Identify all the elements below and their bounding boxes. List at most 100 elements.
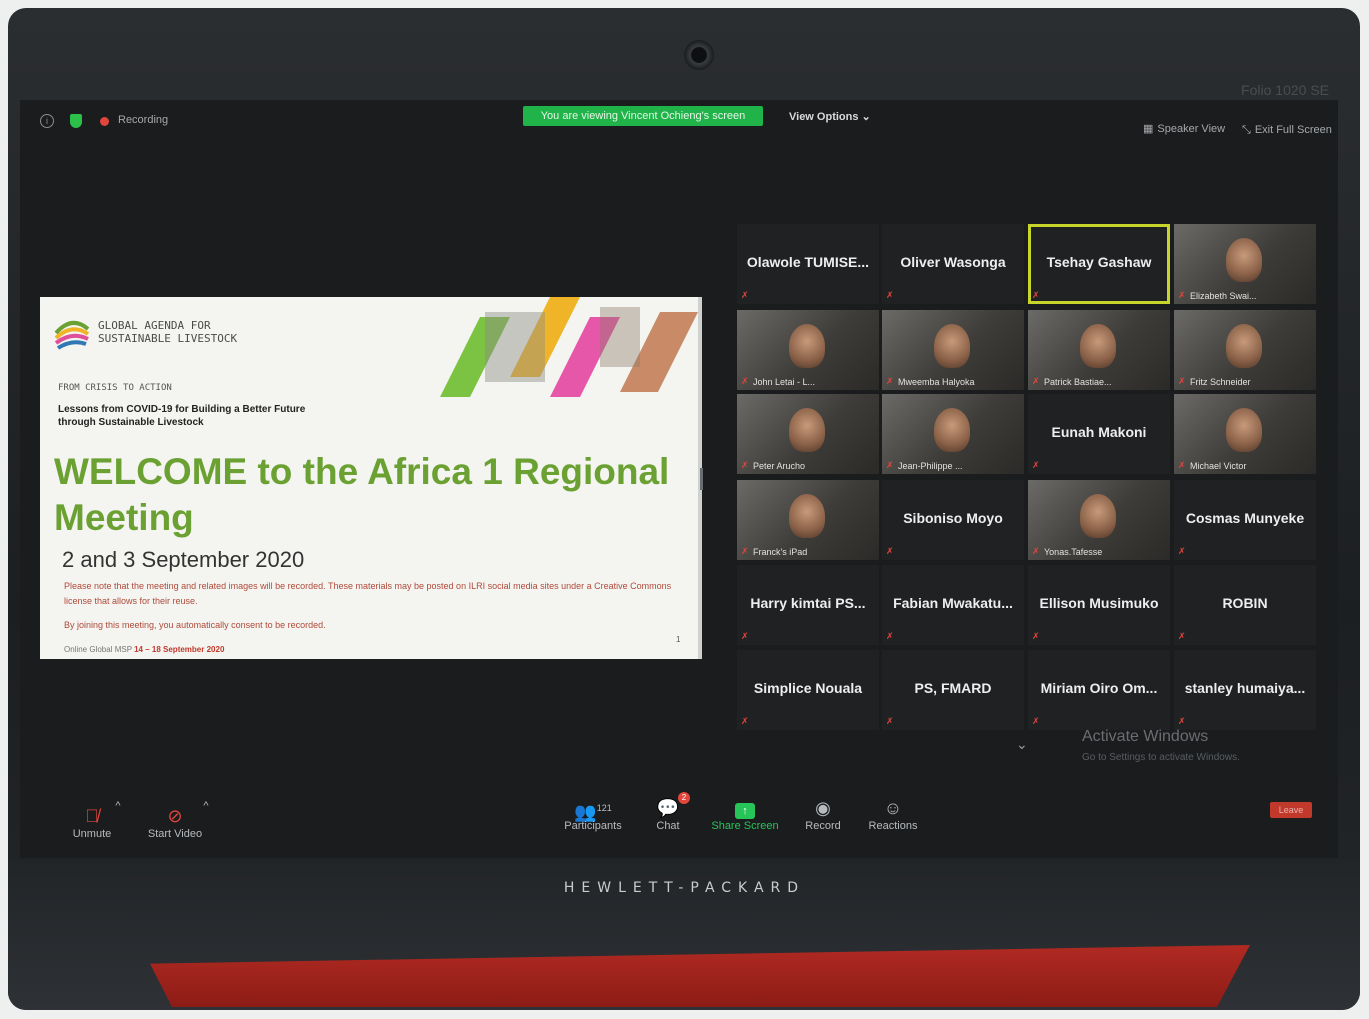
exit-full-screen-button[interactable]: ⤡ Exit Full Screen: [1242, 124, 1332, 137]
participant-tile[interactable]: Ellison Musimuko ✗: [1028, 565, 1170, 645]
encryption-shield-icon[interactable]: [70, 114, 82, 128]
participant-tile[interactable]: Siboniso Moyo ✗: [882, 480, 1024, 560]
participant-name: Peter Arucho: [753, 461, 806, 471]
muted-mic-icon: ✗: [1032, 631, 1040, 641]
participant-tile[interactable]: Oliver Wasonga ✗: [882, 224, 1024, 304]
participant-tile[interactable]: stanley humaiya... ✗: [1174, 650, 1316, 730]
meeting-topbar: i Recording You are viewing Vincent Ochi…: [20, 100, 1338, 140]
chat-badge: 2: [678, 792, 690, 804]
slide-page-number: 1: [676, 635, 681, 644]
slide-org-name: GLOBAL AGENDA FOR SUSTAINABLE LIVESTOCK: [98, 319, 238, 345]
participant-tile[interactable]: Fritz Schneider ✗: [1174, 310, 1316, 390]
participant-tile[interactable]: Miriam Oiro Om... ✗: [1028, 650, 1170, 730]
muted-mic-icon: ✗: [886, 376, 894, 386]
zoom-window: i Recording You are viewing Vincent Ochi…: [20, 100, 1338, 858]
participant-tile[interactable]: Eunah Makoni ✗: [1028, 394, 1170, 474]
unmute-label: Unmute: [72, 828, 112, 840]
participant-video-face: [789, 324, 825, 368]
muted-mic-icon: ✗: [1178, 716, 1186, 726]
participant-tile[interactable]: Mweemba Halyoka ✗: [882, 310, 1024, 390]
participant-tile[interactable]: Patrick Bastiae... ✗: [1028, 310, 1170, 390]
muted-mic-icon: ✗: [741, 376, 749, 386]
participant-tile[interactable]: Jean-Philippe ... ✗: [882, 394, 1024, 474]
participants-button[interactable]: 👥121 Participants: [560, 796, 626, 832]
participant-name: Olawole TUMISE...: [746, 254, 870, 270]
muted-mic-icon: ✗: [1178, 631, 1186, 641]
chat-button[interactable]: 💬 2 Chat: [648, 792, 690, 832]
participant-name: PS, FMARD: [914, 680, 992, 696]
record-button[interactable]: ◉ Record: [800, 796, 846, 832]
muted-mic-icon: ✗: [886, 290, 894, 300]
participant-video-face: [789, 408, 825, 452]
meeting-controls: 🎙̸ Unmute ^ ⊘ Start Video ^ 👥121 Partici…: [20, 790, 1338, 858]
participant-video-face: [1226, 408, 1262, 452]
participant-name: Patrick Bastiae...: [1044, 377, 1112, 387]
participant-name: Simplice Nouala: [753, 680, 863, 696]
participant-tile[interactable]: Peter Arucho ✗: [737, 394, 879, 474]
participants-count: 121: [596, 803, 612, 813]
muted-mic-icon: ✗: [741, 716, 749, 726]
slide-recording-note: Please note that the meeting and related…: [64, 581, 672, 606]
participant-name: Elizabeth Swai...: [1190, 291, 1257, 301]
participant-tile[interactable]: Fabian Mwakatu... ✗: [882, 565, 1024, 645]
record-label: Record: [805, 820, 841, 832]
muted-mic-icon: ✗: [886, 460, 894, 470]
start-video-label: Start Video: [147, 828, 203, 840]
participant-name: Miriam Oiro Om...: [1040, 680, 1158, 696]
reactions-button[interactable]: ☺ Reactions: [866, 796, 920, 832]
participant-tile[interactable]: John Letai - L... ✗: [737, 310, 879, 390]
audio-options-caret[interactable]: ^: [112, 800, 124, 812]
participant-tile[interactable]: Olawole TUMISE... ✗: [737, 224, 879, 304]
muted-mic-icon: ✗: [1178, 376, 1186, 386]
muted-mic-icon: ✗: [1178, 290, 1186, 300]
participant-name: Jean-Philippe ...: [898, 461, 963, 471]
participant-tile[interactable]: Harry kimtai PS... ✗: [737, 565, 879, 645]
participant-name: Yonas.Tafesse: [1044, 547, 1103, 557]
participant-name: Harry kimtai PS...: [750, 595, 866, 611]
participant-tile[interactable]: Tsehay Gashaw ✗: [1028, 224, 1170, 304]
info-icon[interactable]: i: [40, 114, 54, 128]
muted-mic-icon: ✗: [1178, 546, 1186, 556]
share-screen-icon: ↑: [710, 796, 780, 820]
slide-subtitle: FROM CRISIS TO ACTION: [58, 383, 172, 393]
participant-name: Fabian Mwakatu...: [893, 595, 1013, 611]
webcam: [684, 40, 714, 70]
participant-name: stanley humaiya...: [1184, 680, 1306, 696]
muted-mic-icon: ✗: [886, 716, 894, 726]
gasl-logo-icon: [54, 321, 90, 350]
participant-video-face: [1226, 324, 1262, 368]
participant-tile[interactable]: Elizabeth Swai... ✗: [1174, 224, 1316, 304]
view-options-button[interactable]: View Options ⌄: [789, 110, 871, 123]
chat-label: Chat: [656, 820, 680, 832]
slide-lessons: Lessons from COVID-19 for Building a Bet…: [58, 404, 306, 428]
participant-name: Michael Victor: [1190, 461, 1247, 471]
participant-tile[interactable]: Simplice Nouala ✗: [737, 650, 879, 730]
start-video-button[interactable]: ⊘ Start Video: [142, 804, 208, 840]
participant-name: Oliver Wasonga: [900, 254, 1006, 270]
split-resize-handle[interactable]: [700, 468, 703, 490]
participant-tile[interactable]: ROBIN ✗: [1174, 565, 1316, 645]
share-screen-button[interactable]: ↑ Share Screen: [710, 796, 780, 832]
slide-footer: Online Global MSP 14 – 18 September 2020: [64, 645, 224, 654]
participant-tile[interactable]: Cosmas Munyeke ✗: [1174, 480, 1316, 560]
video-options-caret[interactable]: ^: [200, 800, 212, 812]
muted-mic-icon: ✗: [1032, 290, 1040, 300]
exit-full-screen-label: Exit Full Screen: [1254, 124, 1332, 136]
muted-mic-icon: ✗: [1032, 716, 1040, 726]
participant-tile[interactable]: Yonas.Tafesse ✗: [1028, 480, 1170, 560]
muted-mic-icon: ✗: [1032, 376, 1040, 386]
chevron-down-icon[interactable]: ⌄: [1016, 736, 1028, 753]
video-off-icon: ⊘: [167, 806, 183, 826]
leave-button[interactable]: Leave: [1270, 802, 1312, 818]
view-options-label: View Options: [789, 111, 859, 123]
slide-welcome-title: WELCOME to the Africa 1 Regional Meeting: [54, 451, 670, 538]
participant-tile[interactable]: Franck's iPad ✗: [737, 480, 879, 560]
speaker-view-button[interactable]: ▦ Speaker View: [1143, 122, 1225, 135]
viewing-text: You are viewing Vincent Ochieng's screen: [540, 110, 746, 122]
muted-mic-icon: ✗: [1032, 460, 1040, 470]
muted-mic-icon: ✗: [741, 631, 749, 641]
participant-tile[interactable]: PS, FMARD ✗: [882, 650, 1024, 730]
viewing-banner: You are viewing Vincent Ochieng's screen: [523, 106, 763, 126]
muted-mic-icon: ✗: [1178, 460, 1186, 470]
participant-tile[interactable]: Michael Victor ✗: [1174, 394, 1316, 474]
